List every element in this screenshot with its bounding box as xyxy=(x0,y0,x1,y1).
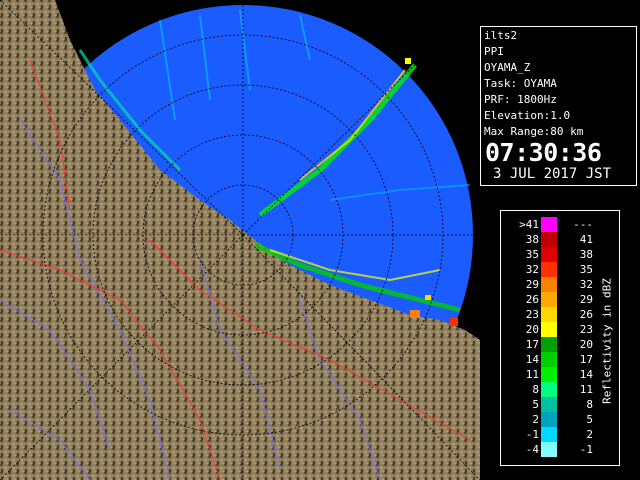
legend-color-swatch xyxy=(541,367,557,382)
legend-high-value: 14 xyxy=(579,368,593,381)
info-product: OYAMA_Z xyxy=(484,61,531,74)
legend-color-swatch xyxy=(541,217,557,232)
radar-ppi-display[interactable] xyxy=(0,0,480,480)
legend-row: 20 23 xyxy=(501,322,601,337)
info-prf: PRF: 1800Hz xyxy=(484,93,557,106)
legend-low-value: 38 xyxy=(525,233,539,246)
legend-low-value: 2 xyxy=(532,413,539,426)
legend-color-swatch xyxy=(541,397,557,412)
legend-low-value: 29 xyxy=(525,278,539,291)
info-task: Task: OYAMA xyxy=(484,77,557,90)
legend-row: >41 --- xyxy=(501,217,601,232)
observation-time: 07:30:36 xyxy=(485,138,602,167)
legend-color-swatch xyxy=(541,307,557,322)
legend-row: -1 2 xyxy=(501,427,601,442)
legend-row: 26 29 xyxy=(501,292,601,307)
legend-row: 14 17 xyxy=(501,352,601,367)
legend-color-swatch xyxy=(541,382,557,397)
legend-color-swatch xyxy=(541,322,557,337)
legend-high-value: 17 xyxy=(579,353,593,366)
legend-high-value: 38 xyxy=(579,248,593,261)
legend-title: Reflectivity in dBZ xyxy=(597,251,617,431)
legend-low-value: 14 xyxy=(525,353,539,366)
legend-row: 32 35 xyxy=(501,262,601,277)
info-max-range: Max Range:80 km xyxy=(484,125,584,138)
legend-low-value: 17 xyxy=(525,338,539,351)
legend-row: 58 xyxy=(501,397,601,412)
legend-color-swatch xyxy=(541,277,557,292)
legend-high-value: 23 xyxy=(579,323,593,336)
radar-info-panel: ilts2 PPI OYAMA_Z Task: OYAMA PRF: 1800H… xyxy=(480,26,637,186)
legend-high-value: 29 xyxy=(579,293,593,306)
legend-color-swatch xyxy=(541,427,557,442)
legend-high-value: 20 xyxy=(579,338,593,351)
legend-row: 23 26 xyxy=(501,307,601,322)
legend-high-value: -1 xyxy=(579,443,593,456)
legend-high-value: 32 xyxy=(579,278,593,291)
legend-row: 25 xyxy=(501,412,601,427)
legend-row: 29 32 xyxy=(501,277,601,292)
legend-row: 38 41 xyxy=(501,232,601,247)
legend-high-value: --- xyxy=(573,218,593,231)
legend-row: 17 20 xyxy=(501,337,601,352)
legend-color-swatch xyxy=(541,232,557,247)
legend-color-swatch xyxy=(541,337,557,352)
radar-map xyxy=(0,0,480,480)
legend-low-value: 5 xyxy=(532,398,539,411)
legend-low-value: 26 xyxy=(525,293,539,306)
legend-high-value: 2 xyxy=(586,428,593,441)
legend-color-swatch xyxy=(541,247,557,262)
legend-low-value: 35 xyxy=(525,248,539,261)
info-radar-name: ilts2 xyxy=(484,29,518,42)
legend-high-value: 41 xyxy=(579,233,593,246)
legend-low-value: -4 xyxy=(525,443,539,456)
legend-high-value: 35 xyxy=(579,263,593,276)
legend-low-value: 8 xyxy=(532,383,539,396)
observation-date: 3 JUL 2017 JST xyxy=(493,166,612,182)
info-elevation: Elevation:1.0 xyxy=(484,109,571,122)
legend-row: -4 -1 xyxy=(501,442,601,457)
reflectivity-legend: >41 --- 38 41 35 38 32 35 29 32 26 29 23 26 20 23 17 20 14… xyxy=(500,210,620,466)
legend-color-swatch xyxy=(541,262,557,277)
legend-high-value: 5 xyxy=(586,413,593,426)
legend-color-swatch xyxy=(541,292,557,307)
legend-low-value: 32 xyxy=(525,263,539,276)
legend-row: 35 38 xyxy=(501,247,601,262)
legend-row: 11 14 xyxy=(501,367,601,382)
legend-color-swatch xyxy=(541,412,557,427)
legend-high-value: 11 xyxy=(579,383,593,396)
legend-low-value: 23 xyxy=(525,308,539,321)
legend-color-swatch xyxy=(541,352,557,367)
legend-title-text: Reflectivity in dBZ xyxy=(600,278,614,404)
legend-high-value: 8 xyxy=(586,398,593,411)
legend-low-value: 11 xyxy=(525,368,539,381)
info-scan-type: PPI xyxy=(484,45,504,58)
legend-low-value: >41 xyxy=(519,218,539,231)
legend-color-swatch xyxy=(541,442,557,457)
legend-low-value: 20 xyxy=(525,323,539,336)
legend-low-value: -1 xyxy=(525,428,539,441)
legend-high-value: 26 xyxy=(579,308,593,321)
legend-row: 8 11 xyxy=(501,382,601,397)
